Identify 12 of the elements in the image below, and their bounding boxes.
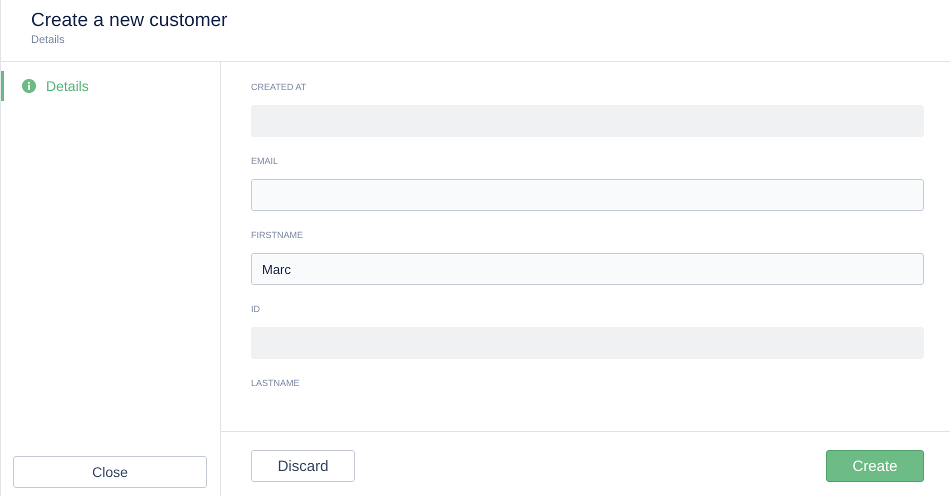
close-button[interactable]: Close	[13, 456, 207, 488]
input-field[interactable]: Marc	[251, 253, 924, 285]
page-subtitle: Details	[31, 34, 66, 46]
info-icon	[22, 79, 36, 93]
field-label: FIRSTNAME	[251, 230, 304, 242]
input-field[interactable]	[251, 179, 924, 211]
field-label: ID	[251, 304, 261, 316]
field-label: LASTNAME	[251, 378, 301, 390]
field-label: EMAIL	[251, 156, 280, 168]
field-label: CREATED AT	[251, 82, 308, 94]
page-title: Create a new customer	[31, 10, 228, 32]
discard-button[interactable]: Discard	[251, 450, 355, 482]
